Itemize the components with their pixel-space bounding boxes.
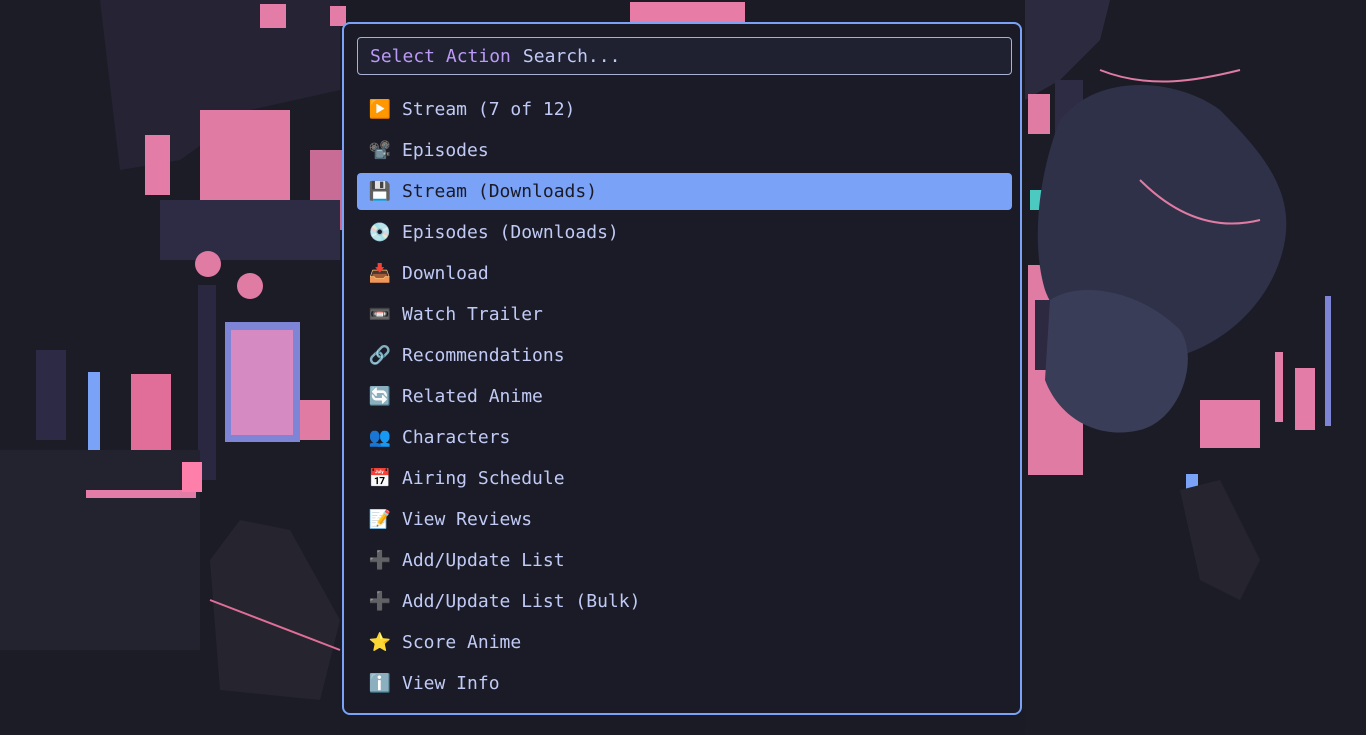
search-prompt: Select Action — [370, 45, 511, 67]
play-button-icon: ▶️ — [368, 99, 392, 120]
star-icon: ⭐ — [368, 632, 392, 653]
menu-item[interactable]: 📝 View Reviews — [357, 501, 1012, 538]
menu-item-label: View Reviews — [402, 509, 533, 530]
menu-item[interactable]: 📽️ Episodes — [357, 132, 1012, 169]
videocassette-icon: 📼 — [368, 304, 392, 325]
menu-item-label: Episodes — [402, 140, 489, 161]
menu-item-label: Episodes (Downloads) — [402, 222, 619, 243]
menu-item-label: Add/Update List — [402, 550, 565, 571]
floppy-disk-icon: 💾 — [368, 181, 392, 202]
menu-item-label: Watch Trailer — [402, 304, 543, 325]
menu-item[interactable]: ➕ Add/Update List (Bulk) — [357, 583, 1012, 620]
refresh-arrows-icon: 🔄 — [368, 386, 392, 407]
link-icon: 🔗 — [368, 345, 392, 366]
search-bar[interactable]: Select Action Search... — [357, 37, 1012, 75]
menu-item[interactable]: ➕ Add/Update List — [357, 542, 1012, 579]
menu-item[interactable]: 📼 Watch Trailer — [357, 296, 1012, 333]
search-input[interactable]: Search... — [523, 46, 621, 67]
menu-item[interactable]: ℹ️ View Info — [357, 665, 1012, 702]
menu-item[interactable]: 📥 Download — [357, 255, 1012, 292]
desktop: Select Action Search... ▶️ Stream (7 of 1… — [0, 0, 1366, 735]
menu-item-label: Characters — [402, 427, 511, 448]
menu-item[interactable]: 🔗 Recommendations — [357, 337, 1012, 374]
menu-item[interactable]: 💿 Episodes (Downloads) — [357, 214, 1012, 251]
menu-item[interactable]: 🔄 Related Anime — [357, 378, 1012, 415]
menu-item-label: Stream (7 of 12) — [402, 99, 576, 120]
menu-item-label: Related Anime — [402, 386, 543, 407]
plus-icon: ➕ — [368, 591, 392, 612]
calendar-icon: 📅 — [368, 468, 392, 489]
menu-item[interactable]: ▶️ Stream (7 of 12) — [357, 91, 1012, 128]
menu-item[interactable]: 💾 Stream (Downloads) — [357, 173, 1012, 210]
plus-icon: ➕ — [368, 550, 392, 571]
film-projector-icon: 📽️ — [368, 140, 392, 161]
menu-item[interactable]: ⭐ Score Anime — [357, 624, 1012, 661]
menu-item[interactable]: 📅 Airing Schedule — [357, 460, 1012, 497]
info-icon: ℹ️ — [368, 673, 392, 694]
menu-item-label: View Info — [402, 673, 500, 694]
menu-item-label: Airing Schedule — [402, 468, 565, 489]
people-icon: 👥 — [368, 427, 392, 448]
menu-item-label: Add/Update List (Bulk) — [402, 591, 641, 612]
memo-icon: 📝 — [368, 509, 392, 530]
inbox-tray-icon: 📥 — [368, 263, 392, 284]
menu-item-label: Stream (Downloads) — [402, 181, 598, 202]
menu-item-label: Recommendations — [402, 345, 565, 366]
menu-item-label: Score Anime — [402, 632, 522, 653]
action-menu: Select Action Search... ▶️ Stream (7 of 1… — [342, 22, 1022, 715]
menu-item[interactable]: 👥 Characters — [357, 419, 1012, 456]
optical-disc-icon: 💿 — [368, 222, 392, 243]
action-list: ▶️ Stream (7 of 12) 📽️ Episodes 💾 Stream (Dow… — [357, 91, 1012, 706]
menu-item-label: Download — [402, 263, 489, 284]
